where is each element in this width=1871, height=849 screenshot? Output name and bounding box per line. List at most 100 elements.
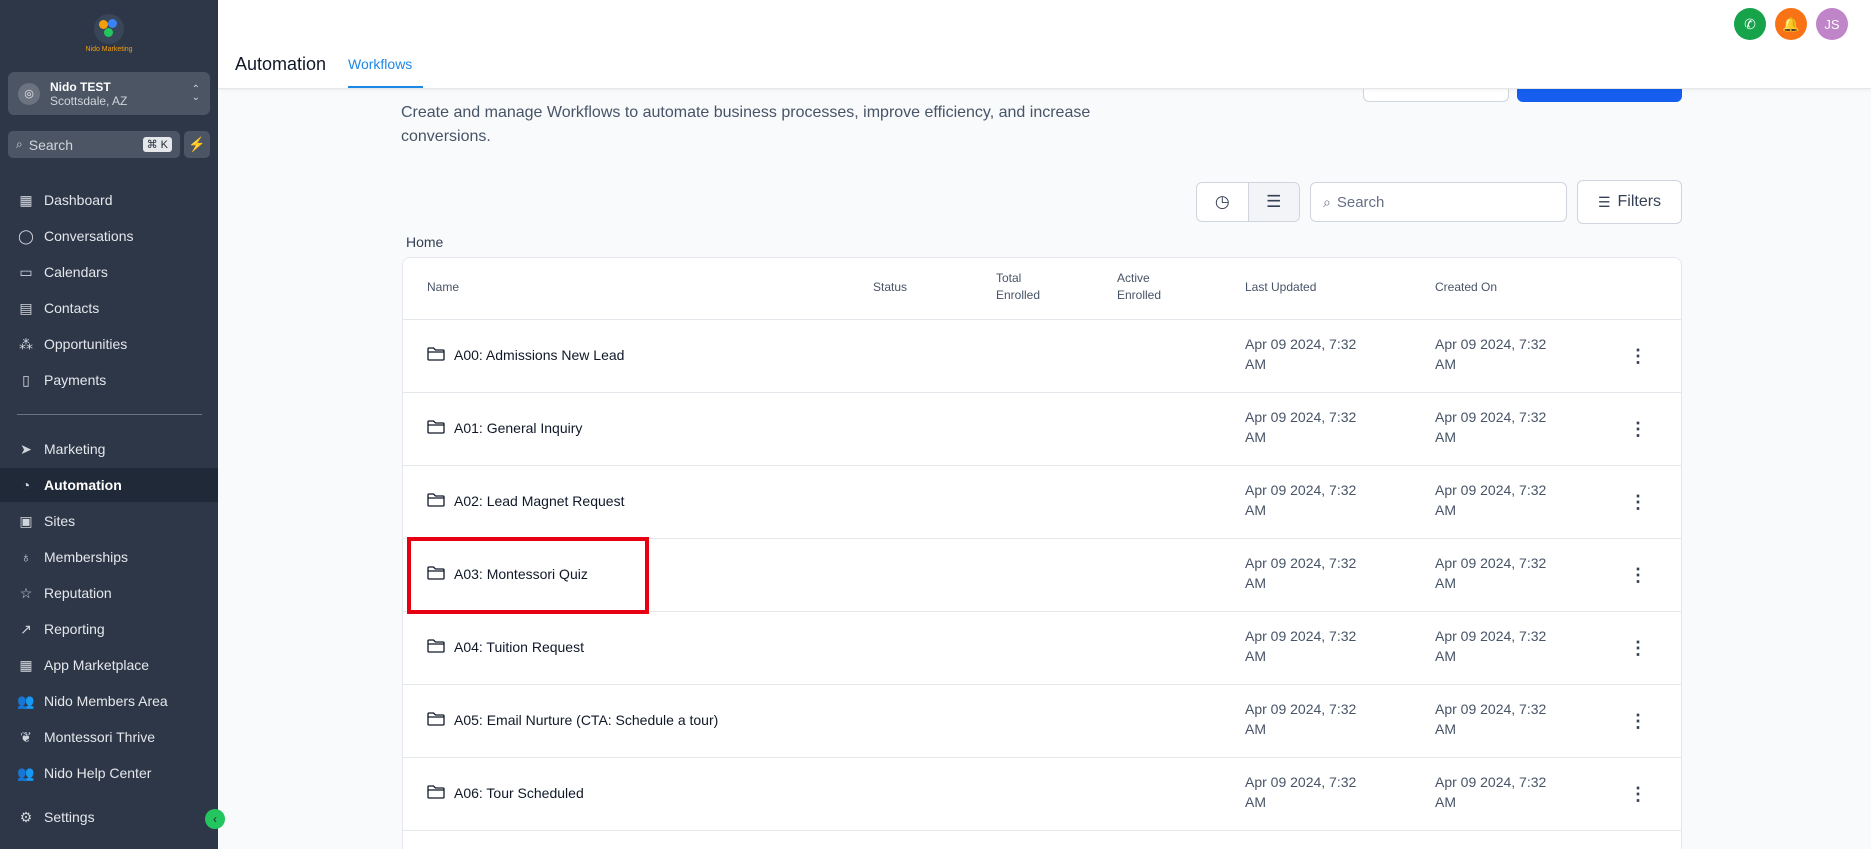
- date-text: Apr 09 2024, 7:32: [1435, 555, 1547, 571]
- more-vertical-icon[interactable]: ⋮: [1628, 561, 1648, 589]
- sidebar-item-conversations[interactable]: ◯ Conversations: [0, 219, 218, 253]
- sidebar-item-nido-help-center[interactable]: 👥 Nido Help Center: [0, 756, 218, 790]
- workflow-name[interactable]: A04: Tuition Request: [454, 639, 584, 655]
- logo: Nido Marketing: [0, 0, 218, 62]
- filters-button[interactable]: ☰ Filters: [1577, 180, 1682, 224]
- account-switcher[interactable]: ◎ Nido TEST Scottsdale, AZ ⌃ ⌄: [8, 72, 210, 115]
- sidebar-item-label: Reputation: [44, 585, 112, 601]
- time-suffix: AM: [1435, 502, 1456, 518]
- tab-workflows[interactable]: Workflows: [348, 56, 412, 72]
- table-row[interactable]: A00: Admissions New Lead Apr 09 2024, 7:…: [403, 320, 1681, 393]
- workflow-name[interactable]: A06: Tour Scheduled: [454, 785, 584, 801]
- sidebar-item-opportunities[interactable]: ⁂ Opportunities: [0, 327, 218, 361]
- created-on-cell: Apr 09 2024, 7:32 AM: [1435, 772, 1575, 812]
- table-header: Name Status Total Enrolled Active Enrolled…: [403, 258, 1681, 320]
- table-row[interactable]: A02: Lead Magnet Request Apr 09 2024, 7:…: [403, 466, 1681, 539]
- more-vertical-icon[interactable]: ⋮: [1628, 342, 1648, 370]
- workflow-name[interactable]: A00: Admissions New Lead: [454, 347, 624, 363]
- search-icon: ⌕: [1323, 193, 1331, 210]
- more-vertical-icon[interactable]: ⋮: [1628, 780, 1648, 808]
- sidebar-item-contacts[interactable]: ▤ Contacts: [0, 291, 218, 325]
- search-input[interactable]: [1336, 193, 1537, 211]
- top-header: Automation Workflows ✆ 🔔 JS: [218, 0, 1871, 89]
- more-vertical-icon[interactable]: ⋮: [1628, 707, 1648, 735]
- column-header-text: Total: [996, 271, 1022, 285]
- page-description: Create and manage Workflows to automate …: [401, 104, 1091, 145]
- sidebar-item-reporting[interactable]: ↗ Reporting: [0, 612, 218, 646]
- workflow-name[interactable]: A02: Lead Magnet Request: [454, 493, 624, 509]
- date-text: Apr 09 2024, 7:32: [1435, 774, 1547, 790]
- list-view-icon[interactable]: ☰: [1247, 183, 1299, 221]
- column-header-name[interactable]: Name: [427, 279, 459, 296]
- sidebar-item-label: Calendars: [44, 264, 108, 280]
- sidebar-item-payments[interactable]: ▯ Payments: [0, 363, 218, 397]
- quick-actions-bolt-icon[interactable]: ⚡: [184, 131, 210, 158]
- sidebar-search[interactable]: ⌕ Search ⌘ K: [8, 131, 180, 158]
- sidebar-item-settings[interactable]: ⚙ Settings: [0, 800, 218, 834]
- workflow-search: ⌕: [1310, 182, 1567, 222]
- phone-icon[interactable]: ✆: [1734, 8, 1766, 40]
- account-name: Nido TEST: [50, 79, 111, 94]
- column-header-created-on[interactable]: Created On: [1435, 279, 1497, 296]
- sidebar-item-memberships[interactable]: ♁ Memberships: [0, 540, 218, 574]
- more-vertical-icon[interactable]: ⋮: [1628, 415, 1648, 443]
- table-row[interactable]: A06: Tour Scheduled Apr 09 2024, 7:32 AM …: [403, 758, 1681, 831]
- time-suffix: AM: [1245, 794, 1266, 810]
- date-text: Apr 09 2024, 7:32: [1245, 628, 1357, 644]
- filter-icon: ☰: [1597, 193, 1611, 210]
- sidebar-item-montessori-thrive[interactable]: ❦ Montessori Thrive: [0, 720, 218, 754]
- date-text: Apr 09 2024, 7:32: [1245, 336, 1357, 352]
- bell-icon[interactable]: 🔔: [1775, 8, 1807, 40]
- membership-icon: ♁: [20, 549, 32, 565]
- time-suffix: AM: [1435, 575, 1456, 591]
- sidebar-item-nido-members-area[interactable]: 👥 Nido Members Area: [0, 684, 218, 718]
- sidebar-item-dashboard[interactable]: ▦ Dashboard: [0, 183, 218, 217]
- time-suffix: AM: [1435, 429, 1456, 445]
- clock-icon[interactable]: ◷: [1197, 183, 1248, 221]
- table-row[interactable]: A04: Tuition Request Apr 09 2024, 7:32 AM…: [403, 612, 1681, 685]
- column-header-total-enrolled[interactable]: Total Enrolled: [996, 270, 1040, 304]
- sidebar-item-sites[interactable]: ▣ Sites: [0, 504, 218, 538]
- folder-icon: [427, 712, 445, 726]
- sidebar-item-reputation[interactable]: ☆ Reputation: [0, 576, 218, 610]
- highlight-box: [407, 537, 649, 614]
- more-vertical-icon[interactable]: ⋮: [1628, 634, 1648, 662]
- sidebar-item-label: Opportunities: [44, 336, 128, 352]
- sites-icon: ▣: [19, 512, 33, 529]
- time-suffix: AM: [1245, 648, 1266, 664]
- sidebar-item-label: Nido Help Center: [44, 765, 152, 781]
- sidebar-item-app-marketplace[interactable]: ▦ App Marketplace: [0, 648, 218, 682]
- sidebar-item-label: Conversations: [44, 228, 134, 244]
- workflow-name[interactable]: A05: Email Nurture (CTA: Schedule a tour…: [454, 712, 718, 728]
- last-updated-cell: Apr 09 2024, 7:32 AM: [1245, 553, 1385, 593]
- sidebar-item-label: Marketing: [44, 441, 106, 457]
- sidebar-item-marketing[interactable]: ➤ Marketing: [0, 432, 218, 466]
- collapse-sidebar-chevron-icon[interactable]: ‹: [205, 809, 225, 829]
- avatar[interactable]: JS: [1816, 8, 1848, 40]
- sidebar-item-label: App Marketplace: [44, 657, 150, 673]
- more-vertical-icon[interactable]: ⋮: [1628, 488, 1648, 516]
- column-header-active-enrolled[interactable]: Active Enrolled: [1117, 270, 1161, 304]
- column-header-status[interactable]: Status: [873, 279, 907, 296]
- breadcrumb[interactable]: Home: [406, 234, 443, 250]
- table-row[interactable]: A05: Email Nurture (CTA: Schedule a tour…: [403, 685, 1681, 758]
- last-updated-cell: Apr 09 2024, 7:32 AM: [1245, 480, 1385, 520]
- sidebar-divider: [17, 414, 202, 415]
- sidebar-item-label: Payments: [44, 372, 107, 388]
- chart-icon: ↗: [20, 620, 32, 637]
- logo-text: Nido Marketing: [85, 45, 133, 53]
- created-on-cell: Apr 09 2024, 7:32 AM: [1435, 699, 1575, 739]
- table-row[interactable]: A01: General Inquiry Apr 09 2024, 7:32 AM…: [403, 393, 1681, 466]
- folder-icon: [427, 420, 445, 434]
- date-text: Apr 09 2024, 7:32: [1435, 336, 1547, 352]
- last-updated-cell: Apr 09 2024, 7:32 AM: [1245, 407, 1385, 447]
- workflow-name[interactable]: A01: General Inquiry: [454, 420, 582, 436]
- last-updated-cell: Apr 09 2024, 7:32 AM: [1245, 626, 1385, 666]
- sidebar-item-automation[interactable]: ◔ Automation: [0, 468, 218, 502]
- chat-icon: ◯: [18, 227, 34, 244]
- view-toggle: ◷ ☰: [1196, 182, 1300, 222]
- column-header-last-updated[interactable]: Last Updated: [1245, 279, 1316, 296]
- star-icon: ☆: [19, 584, 33, 601]
- created-on-cell: Apr 09 2024, 7:32 AM: [1435, 626, 1575, 666]
- sidebar-item-calendars[interactable]: ▭ Calendars: [0, 255, 218, 289]
